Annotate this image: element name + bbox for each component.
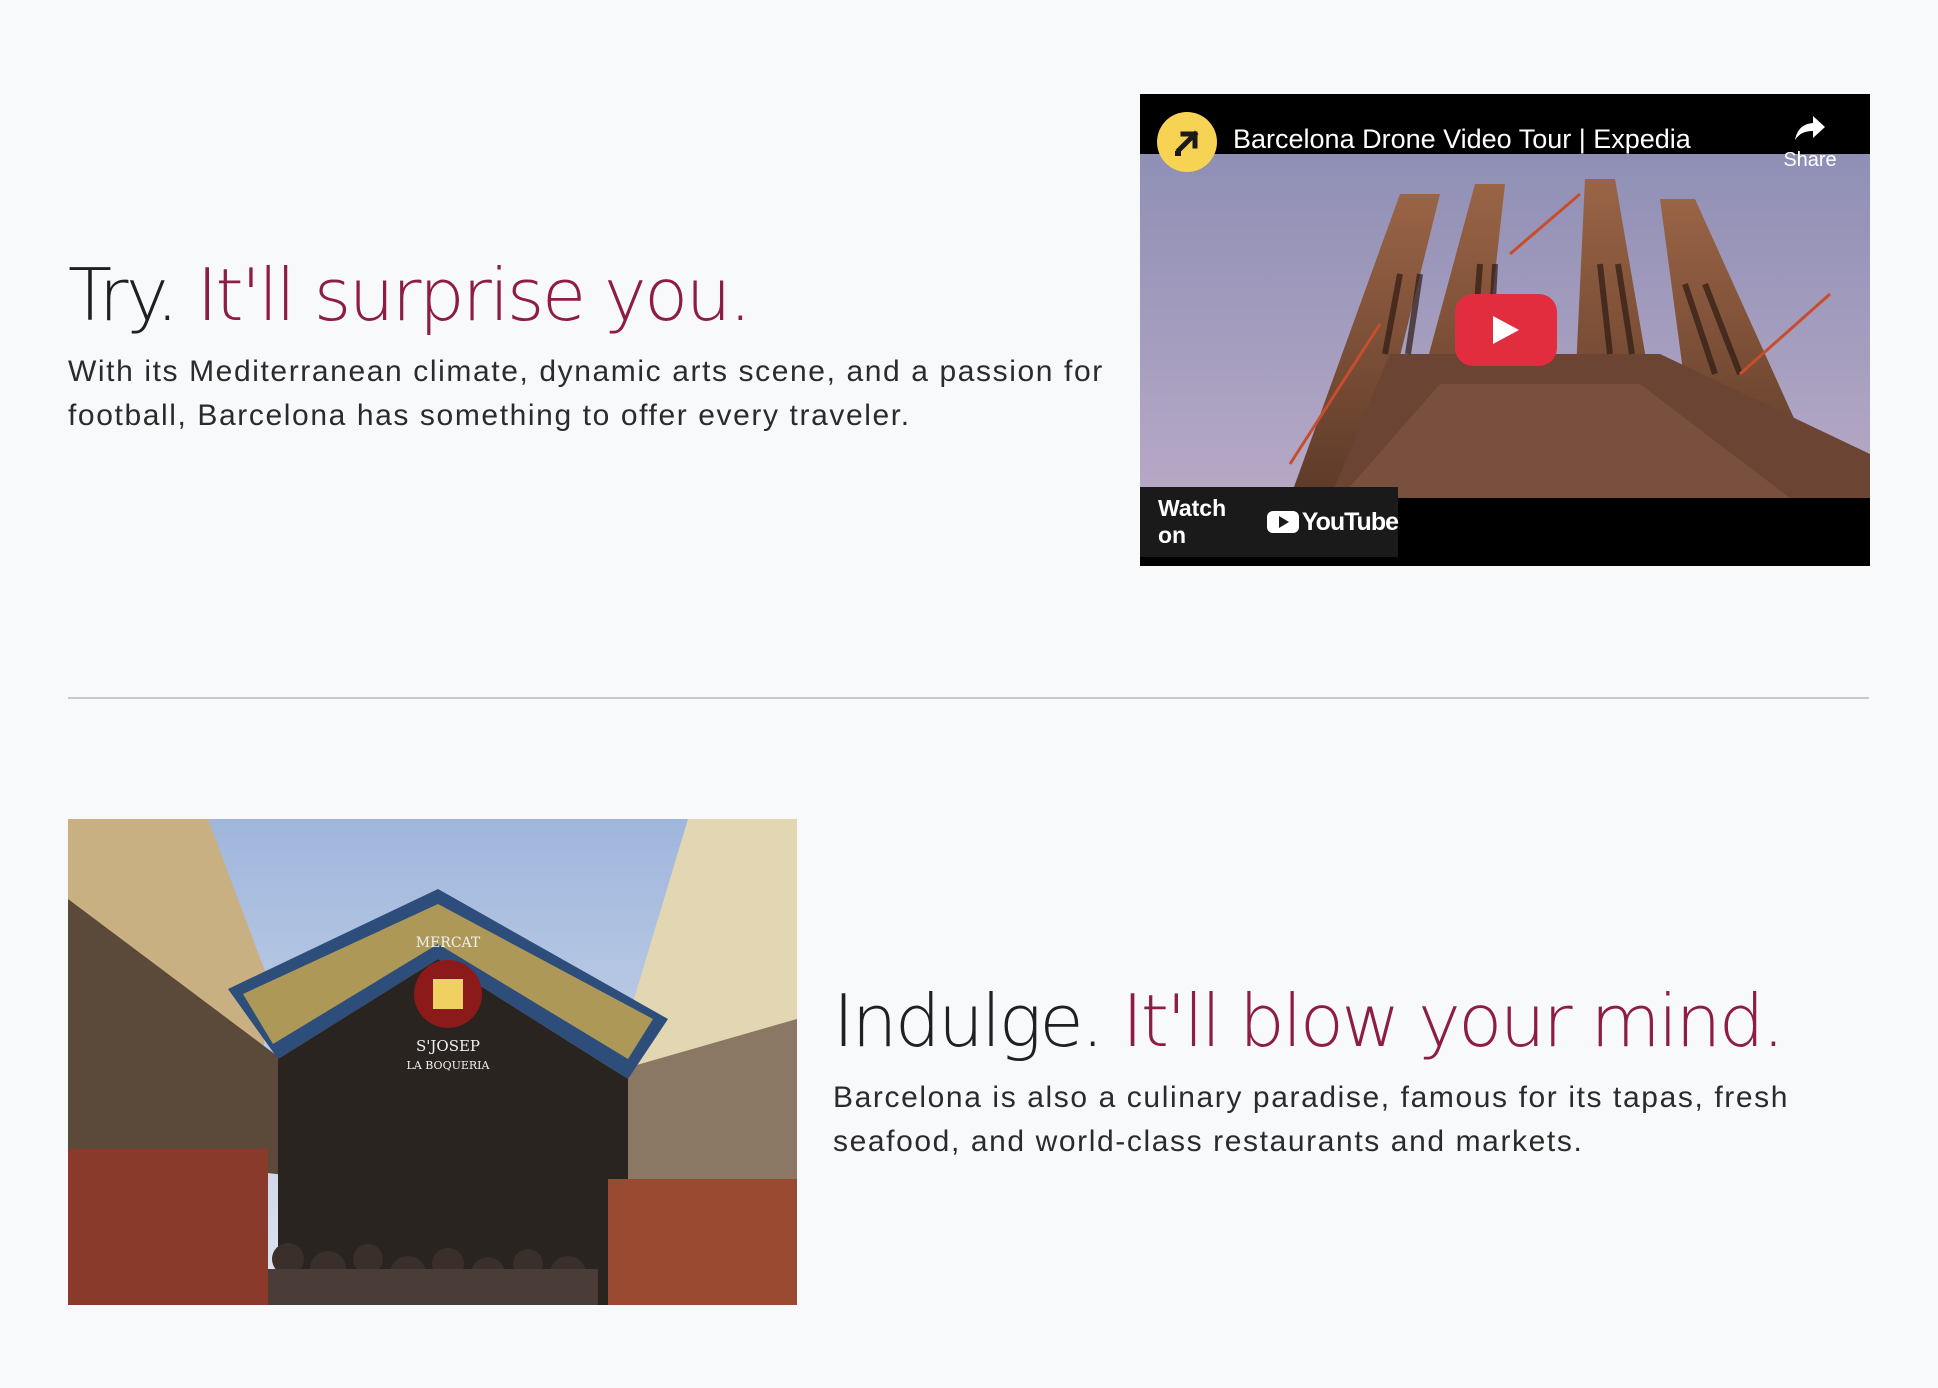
- play-button[interactable]: [1455, 294, 1557, 366]
- play-icon: [1493, 316, 1519, 344]
- try-headline-lead: Try.: [68, 253, 179, 337]
- sign-boqueria: LA BOQUERIA: [407, 1059, 491, 1072]
- expedia-arrow-icon: [1175, 130, 1199, 156]
- watch-on-label: Watch on: [1158, 495, 1227, 548]
- try-headline-accent: It'll surprise you.: [196, 253, 752, 337]
- page: Try. It'll surprise you. With its Medite…: [0, 0, 1938, 1388]
- indulge-headline-lead: Indulge.: [833, 979, 1104, 1063]
- share-icon: [1795, 116, 1825, 140]
- la-boqueria-illustration: MERCAT S'JOSEP LA BOQUERIA: [68, 819, 797, 1305]
- section-divider: [68, 697, 1869, 699]
- share-button[interactable]: Share: [1770, 114, 1850, 172]
- channel-logo[interactable]: [1157, 112, 1217, 172]
- sign-sjosep: S'JOSEP: [416, 1037, 480, 1055]
- youtube-video-embed[interactable]: Barcelona Drone Video Tour | Expedia Sha…: [1140, 94, 1870, 566]
- youtube-logo: YouTube: [1266, 507, 1399, 537]
- la-boqueria-photo: MERCAT S'JOSEP LA BOQUERIA: [68, 819, 797, 1305]
- try-headline: Try. It'll surprise you.: [68, 250, 1118, 340]
- indulge-headline: Indulge. It'll blow your mind.: [833, 976, 1893, 1066]
- try-body: With its Mediterranean climate, dynamic …: [68, 355, 1104, 432]
- watch-on-youtube-button[interactable]: Watch on YouTube: [1140, 487, 1399, 557]
- indulge-section-text: Indulge. It'll blow your mind. Barcelona…: [833, 976, 1893, 1164]
- share-label: Share: [1783, 149, 1837, 171]
- indulge-headline-accent: It'll blow your mind.: [1122, 979, 1785, 1063]
- youtube-wordmark: YouTube: [1301, 507, 1399, 536]
- indulge-body: Barcelona is also a culinary paradise, f…: [833, 1081, 1790, 1158]
- sign-mercat: MERCAT: [416, 935, 481, 951]
- youtube-play-icon: [1266, 511, 1299, 533]
- try-section-text: Try. It'll surprise you. With its Medite…: [68, 250, 1118, 438]
- video-title[interactable]: Barcelona Drone Video Tour | Expedia: [1233, 124, 1691, 155]
